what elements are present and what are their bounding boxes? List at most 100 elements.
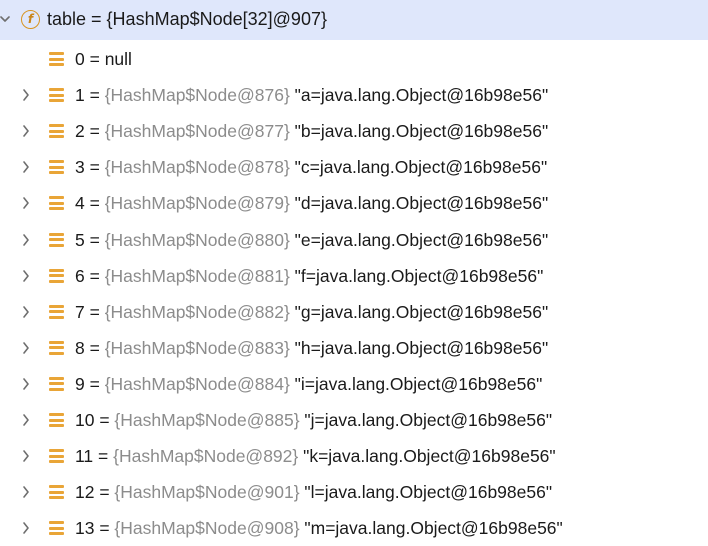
entry-index: 5 <box>75 229 85 250</box>
entry-index: 8 <box>75 337 85 358</box>
tree-row-index-6[interactable]: 6 = {HashMap$Node@881} "f=java.lang.Obje… <box>0 258 708 294</box>
array-entry-icon <box>49 413 64 427</box>
entry-equals: = <box>84 49 105 69</box>
entry-type: {HashMap$Node@880} <box>104 229 290 250</box>
entry-equals: = <box>94 482 115 503</box>
entry-text: 1 = {HashMap$Node@876} "a=java.lang.Obje… <box>75 85 548 106</box>
entry-value: "f=java.lang.Object@16b98e56" <box>289 265 544 286</box>
chevron-right-icon[interactable] <box>21 341 31 355</box>
entry-value: "i=java.lang.Object@16b98e56" <box>289 373 543 394</box>
chevron-right-icon[interactable] <box>21 124 31 138</box>
entry-index: 7 <box>75 301 85 322</box>
entry-value: null <box>104 49 132 69</box>
tree-row-index-9[interactable]: 9 = {HashMap$Node@884} "i=java.lang.Obje… <box>0 366 708 402</box>
array-entry-icon <box>49 196 64 211</box>
chevron-right-icon[interactable] <box>21 196 31 210</box>
entry-type: {HashMap$Node@878} <box>104 157 290 178</box>
tree-row-index-5[interactable]: 5 = {HashMap$Node@880} "e=java.lang.Obje… <box>0 222 708 258</box>
array-entry-icon <box>49 124 64 139</box>
entry-index: 10 <box>75 410 95 430</box>
entry-index: 6 <box>75 265 85 286</box>
entry-equals: = <box>84 229 105 250</box>
chevron-right-icon[interactable] <box>21 521 31 535</box>
entry-type: {HashMap$Node@885} <box>114 410 300 430</box>
entry-text: 2 = {HashMap$Node@877} "b=java.lang.Obje… <box>75 121 548 142</box>
tree-row-index-2[interactable]: 2 = {HashMap$Node@877} "b=java.lang.Obje… <box>0 113 708 149</box>
entry-type: {HashMap$Node@908} <box>114 518 300 539</box>
chevron-right-icon[interactable] <box>21 88 31 102</box>
array-entry-icon <box>49 340 64 355</box>
chevron-right-icon[interactable] <box>21 449 31 463</box>
entry-type: {HashMap$Node@881} <box>104 265 290 286</box>
array-entry-icon <box>49 485 64 500</box>
entry-value: "l=java.lang.Object@16b98e56" <box>299 482 553 503</box>
entry-equals: = <box>84 265 105 286</box>
tree-row-index-0[interactable]: 0 = null <box>0 41 708 77</box>
entry-value: "b=java.lang.Object@16b98e56" <box>289 121 549 142</box>
tree-row-index-10[interactable]: 10 = {HashMap$Node@885} "j=java.lang.Obj… <box>0 402 708 438</box>
array-entry-icon <box>49 304 64 319</box>
entry-text: 8 = {HashMap$Node@883} "h=java.lang.Obje… <box>75 338 548 359</box>
chevron-down-icon[interactable] <box>0 12 10 28</box>
root-label: table = {HashMap$Node[32]@907} <box>47 9 327 29</box>
entry-type: {HashMap$Node@884} <box>104 373 290 394</box>
entry-index: 13 <box>75 518 95 539</box>
entry-type: {HashMap$Node@882} <box>104 301 290 322</box>
entry-equals: = <box>84 373 105 394</box>
entry-value: "h=java.lang.Object@16b98e56" <box>289 337 549 358</box>
entry-index: 0 <box>75 49 85 69</box>
entry-equals: = <box>94 410 115 430</box>
chevron-right-icon[interactable] <box>21 413 31 427</box>
tree-row-index-7[interactable]: 7 = {HashMap$Node@882} "g=java.lang.Obje… <box>0 294 708 330</box>
entry-text: 0 = null <box>75 49 132 70</box>
tree-row-table[interactable]: f table = {HashMap$Node[32]@907} <box>0 0 708 40</box>
entry-value: "k=java.lang.Object@16b98e56" <box>298 446 556 467</box>
entry-value: "a=java.lang.Object@16b98e56" <box>289 85 549 106</box>
entry-type: {HashMap$Node@879} <box>104 193 290 214</box>
entry-index: 9 <box>75 373 85 394</box>
chevron-right-icon[interactable] <box>21 160 31 174</box>
entry-text: 3 = {HashMap$Node@878} "c=java.lang.Obje… <box>75 157 547 178</box>
array-entry-icon <box>49 376 64 391</box>
tree-row-index-3[interactable]: 3 = {HashMap$Node@878} "c=java.lang.Obje… <box>0 149 708 185</box>
entry-type: {HashMap$Node@883} <box>104 337 290 358</box>
tree-row-index-1[interactable]: 1 = {HashMap$Node@876} "a=java.lang.Obje… <box>0 77 708 113</box>
entry-text: 9 = {HashMap$Node@884} "i=java.lang.Obje… <box>75 374 542 395</box>
chevron-right-icon[interactable] <box>21 305 31 319</box>
entry-equals: = <box>94 518 115 539</box>
entry-value: "m=java.lang.Object@16b98e56" <box>299 518 563 539</box>
entry-index: 4 <box>75 193 85 214</box>
entry-equals: = <box>84 157 105 178</box>
array-entry-icon <box>49 232 64 247</box>
entry-text: 7 = {HashMap$Node@882} "g=java.lang.Obje… <box>75 302 548 323</box>
entry-equals: = <box>84 193 105 214</box>
entry-type: {HashMap$Node@901} <box>114 482 300 503</box>
chevron-right-icon[interactable] <box>21 233 31 247</box>
chevron-right-icon[interactable] <box>21 485 31 499</box>
chevron-right-icon[interactable] <box>21 377 31 391</box>
entry-value: "c=java.lang.Object@16b98e56" <box>289 157 548 178</box>
entry-index: 1 <box>75 85 85 106</box>
entry-equals: = <box>84 121 105 142</box>
entry-equals: = <box>84 85 105 106</box>
tree-row-index-8[interactable]: 8 = {HashMap$Node@883} "h=java.lang.Obje… <box>0 330 708 366</box>
entry-equals: = <box>93 446 114 467</box>
entry-type: {HashMap$Node@876} <box>104 85 290 106</box>
field-icon: f <box>21 10 40 29</box>
tree-row-index-11[interactable]: 11 = {HashMap$Node@892} "k=java.lang.Obj… <box>0 438 708 474</box>
array-entry-icon <box>49 160 64 175</box>
array-entry-icon <box>49 268 64 283</box>
entry-value: "e=java.lang.Object@16b98e56" <box>289 229 549 250</box>
entry-value: "g=java.lang.Object@16b98e56" <box>289 301 549 322</box>
entry-text: 5 = {HashMap$Node@880} "e=java.lang.Obje… <box>75 230 548 251</box>
tree-row-index-13[interactable]: 13 = {HashMap$Node@908} "m=java.lang.Obj… <box>0 510 708 546</box>
entry-equals: = <box>84 301 105 322</box>
tree-row-index-12[interactable]: 12 = {HashMap$Node@901} "l=java.lang.Obj… <box>0 474 708 510</box>
entry-index: 2 <box>75 121 85 142</box>
tree-row-index-4[interactable]: 4 = {HashMap$Node@879} "d=java.lang.Obje… <box>0 185 708 221</box>
entry-index: 3 <box>75 157 85 178</box>
chevron-right-icon[interactable] <box>21 269 31 283</box>
entry-equals: = <box>84 337 105 358</box>
entry-text: 13 = {HashMap$Node@908} "m=java.lang.Obj… <box>75 518 563 539</box>
entry-text: 11 = {HashMap$Node@892} "k=java.lang.Obj… <box>75 446 556 467</box>
